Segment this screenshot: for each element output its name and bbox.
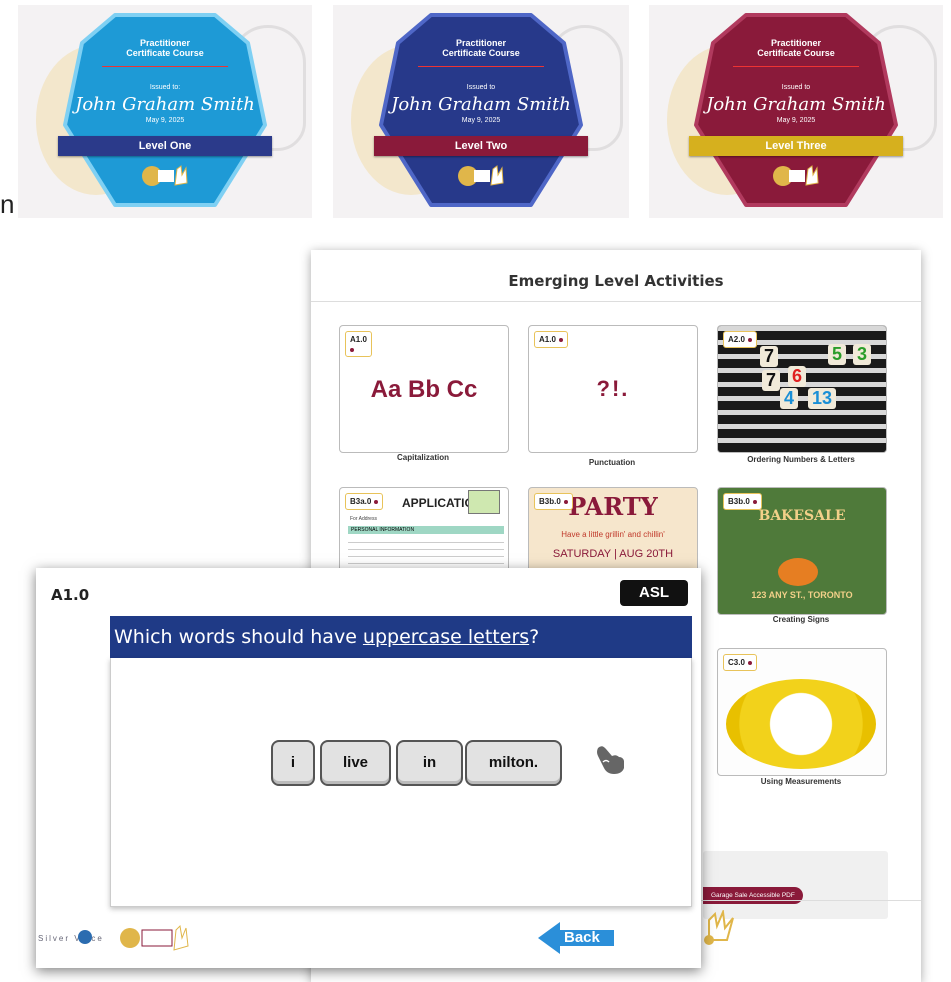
number-tile: 7 xyxy=(760,346,779,367)
form-address: For Address xyxy=(350,516,377,522)
recipient-name: John Graham Smith xyxy=(75,94,255,115)
pumpkin-image xyxy=(778,558,818,586)
number-tile: 5 xyxy=(828,344,847,365)
level-badge: A1.0 xyxy=(534,331,568,348)
level-badge: A1.0 xyxy=(345,331,372,357)
footer-logos: Silver Voice xyxy=(36,922,216,956)
question-suffix: ? xyxy=(529,626,540,648)
card-caption: Using Measurements xyxy=(760,777,842,786)
issue-date: May 9, 2025 xyxy=(776,117,816,124)
question-prefix: Which words should have xyxy=(114,626,363,648)
form-section-header: PERSONAL INFORMATION xyxy=(348,526,504,534)
question-link[interactable]: uppercase letters xyxy=(363,626,529,648)
pdf-download-button[interactable]: Garage Sale Accessible PDF xyxy=(703,887,803,904)
program-logo xyxy=(772,165,820,187)
brand-globe-icon xyxy=(78,930,92,944)
title-divider xyxy=(733,66,859,67)
level-ribbon: Level Three xyxy=(689,136,903,156)
pointing-hand-icon xyxy=(594,742,628,784)
card-caption: Ordering Numbers & Letters xyxy=(747,455,855,464)
issue-date: May 9, 2025 xyxy=(461,117,501,124)
number-tile: 3 xyxy=(853,344,872,365)
number-tile: 4 xyxy=(780,388,799,409)
back-button[interactable]: Back xyxy=(538,922,614,954)
activity-code: A1.0 xyxy=(51,586,90,604)
poster-subline: Have a little grillin' and chillin' xyxy=(561,530,665,539)
activity-card-punctuation[interactable]: A1.0 ?!. xyxy=(528,325,698,453)
back-label: Back xyxy=(564,929,600,946)
level-badge: C3.0 xyxy=(723,654,757,671)
activity-card-measurements[interactable]: C3.0 xyxy=(717,648,887,776)
bakesale-address: 123 ANY ST., TORONTO xyxy=(751,590,853,600)
bakesale-title: BAKESALE xyxy=(758,508,846,524)
recipient-name: John Graham Smith xyxy=(706,94,886,115)
issued-label: Issued to xyxy=(466,84,496,91)
quiz-dialog: A1.0 ASL Which words should have upperca… xyxy=(36,568,701,968)
card-caption: Capitalization xyxy=(396,453,449,462)
level-badge: A2.0 xyxy=(723,331,757,348)
title-divider xyxy=(102,66,228,67)
preview-text: Aa Bb Cc xyxy=(370,376,478,403)
level-ribbon: Level One xyxy=(58,136,272,156)
issued-label: Issued to xyxy=(781,84,811,91)
number-tile: 13 xyxy=(808,388,837,409)
recipient-name: John Graham Smith xyxy=(391,94,571,115)
program-logo xyxy=(141,165,189,187)
level-ribbon: Level Two xyxy=(374,136,588,156)
activity-card-bakesale[interactable]: BAKESALE 123 ANY ST., TORONTO B3b.0 xyxy=(717,487,887,615)
certificate-title: Practitioner Certificate Course xyxy=(126,38,204,58)
level-badge: B3a.0 xyxy=(345,493,384,510)
panel-title: Emerging Level Activities xyxy=(508,272,724,290)
divider xyxy=(311,301,921,302)
certificate-level-two: Practitioner Certificate Course Issued to… xyxy=(333,5,629,218)
certificate-title: Practitioner Certificate Course xyxy=(442,38,520,58)
activity-card-capitalization[interactable]: A1.0 Aa Bb Cc xyxy=(339,325,509,453)
brand-text: Silver Voice xyxy=(38,934,104,943)
edge-text-fragment: n xyxy=(0,189,15,219)
word-button-live[interactable]: live xyxy=(320,740,391,786)
card-caption: Punctuation xyxy=(588,458,636,467)
certificate-level-three: Practitioner Certificate Course Issued to… xyxy=(649,5,943,218)
word-button-milton[interactable]: milton. xyxy=(465,740,562,786)
dli-logo xyxy=(120,924,190,952)
program-logo xyxy=(457,165,505,187)
accessible-resources-box: Garage Sale Accessible PDF xyxy=(703,851,888,919)
title-divider xyxy=(418,66,544,67)
certificate-level-one: Practitioner Certificate Course Issued to… xyxy=(18,5,312,218)
panel-footer-logo xyxy=(703,908,741,946)
level-badge: B3b.0 xyxy=(723,493,762,510)
asl-button[interactable]: ASL xyxy=(620,580,688,606)
issue-date: May 9, 2025 xyxy=(145,117,185,124)
number-tile: 7 xyxy=(762,370,781,391)
level-badge: B3b.0 xyxy=(534,493,573,510)
activity-card-ordering[interactable]: 7 7 6 5 3 4 13 A2.0 xyxy=(717,325,887,453)
card-caption: Creating Signs xyxy=(772,615,830,624)
number-tile: 6 xyxy=(788,366,807,387)
question-bar: Which words should have uppercase letter… xyxy=(110,616,692,658)
word-button-in[interactable]: in xyxy=(396,740,463,786)
poster-date: SATURDAY | AUG 20TH xyxy=(552,548,674,560)
house-icon xyxy=(468,490,500,514)
issued-label: Issued to: xyxy=(149,84,181,91)
word-button-i[interactable]: i xyxy=(271,740,315,786)
tape-measure-image xyxy=(726,679,876,769)
preview-text: ?!. xyxy=(596,376,630,401)
certificate-title: Practitioner Certificate Course xyxy=(757,38,835,58)
